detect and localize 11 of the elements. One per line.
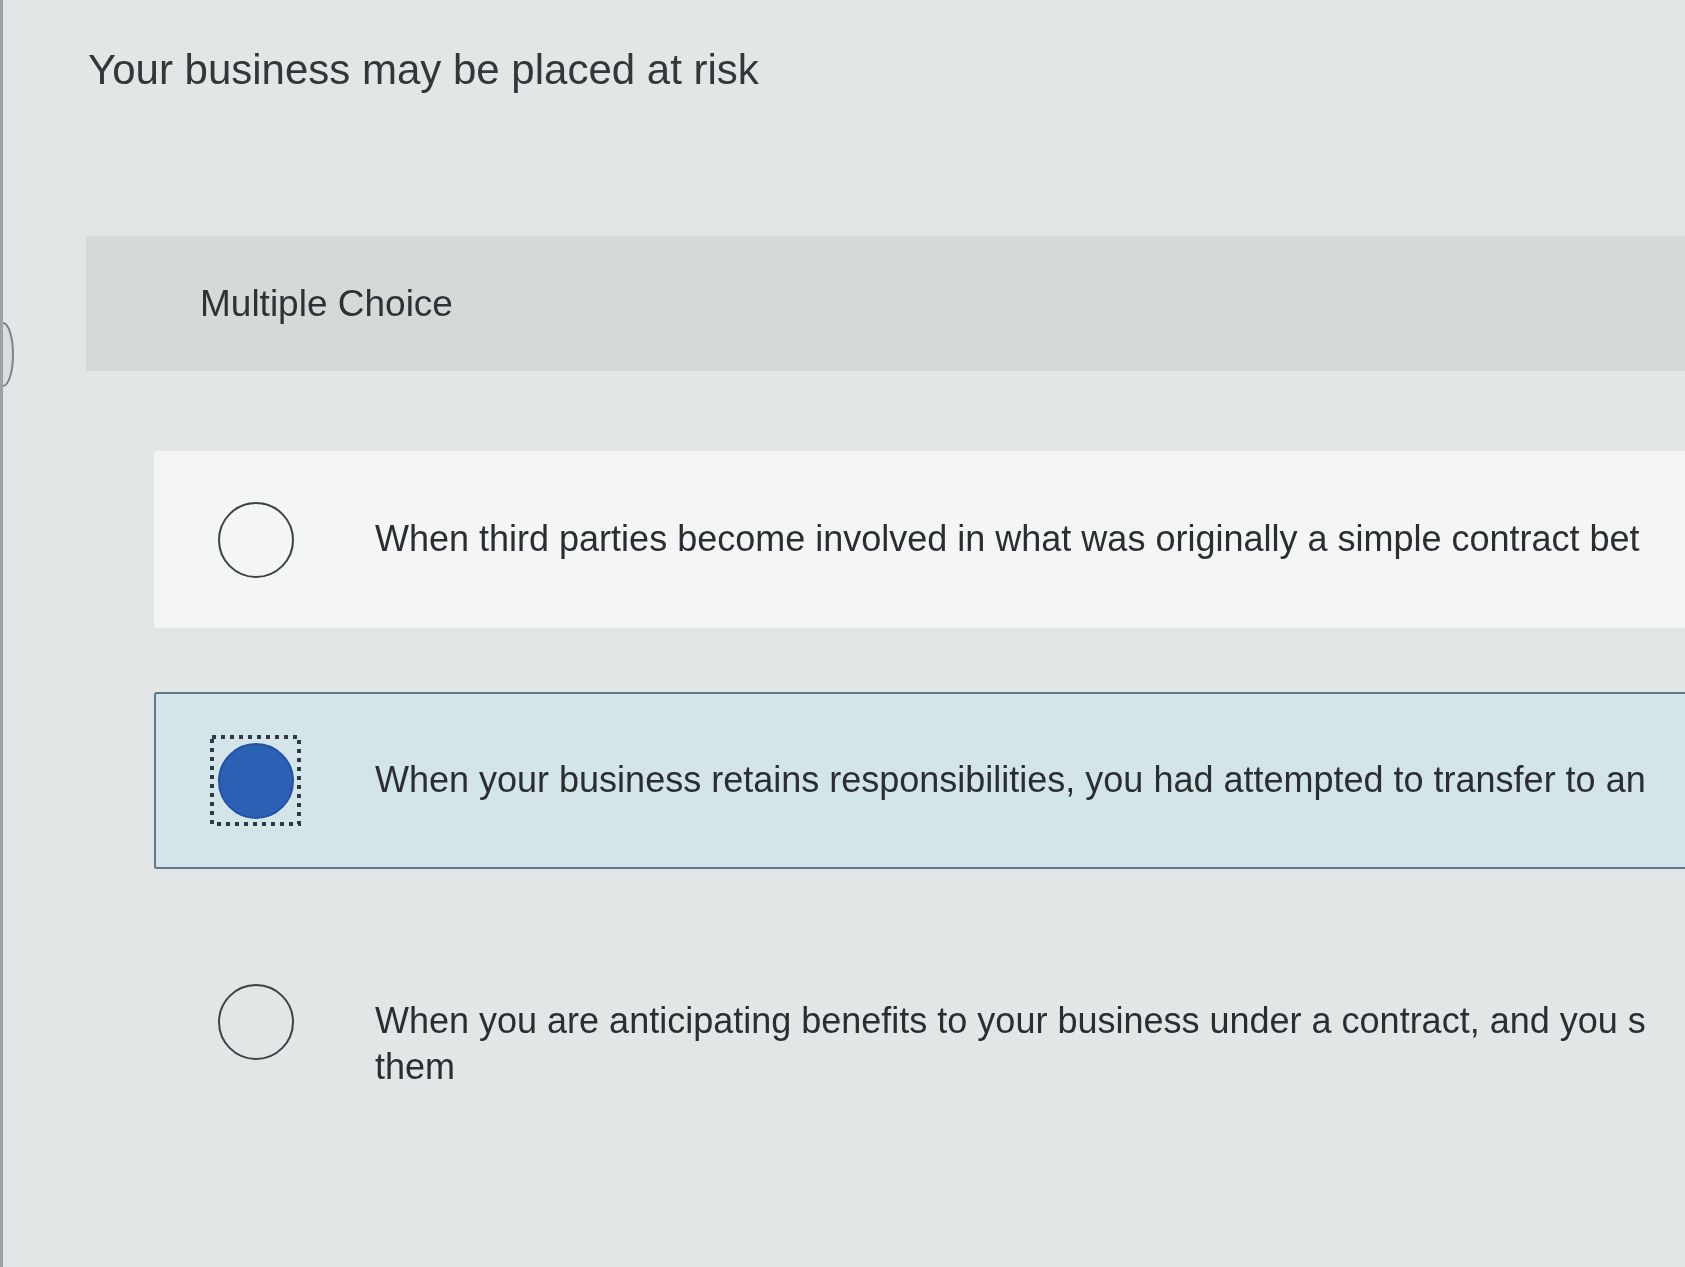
radio-button[interactable] <box>217 983 294 1060</box>
option-text: When you are anticipating benefits to your business under a contract, and you s them <box>375 999 1646 1089</box>
radio-button[interactable] <box>217 742 294 819</box>
option-text: When your business retains responsibilities, you had attempted to transfer to an <box>375 758 1646 802</box>
radio-button[interactable] <box>217 501 294 578</box>
question-type-label: Multiple Choice <box>200 281 453 326</box>
question-prompt: Your business may be placed at risk <box>88 45 760 95</box>
option-card[interactable]: When you are anticipating benefits to your business under a contract, and you s them <box>154 933 1685 1133</box>
option-text: When third parties become involved in what was originally a simple contract bet <box>375 517 1640 561</box>
option-card[interactable]: When your business retains responsibilities, you had attempted to transfer to an <box>154 692 1685 869</box>
option-card[interactable]: When third parties become involved in what was originally a simple contract bet <box>154 451 1685 628</box>
